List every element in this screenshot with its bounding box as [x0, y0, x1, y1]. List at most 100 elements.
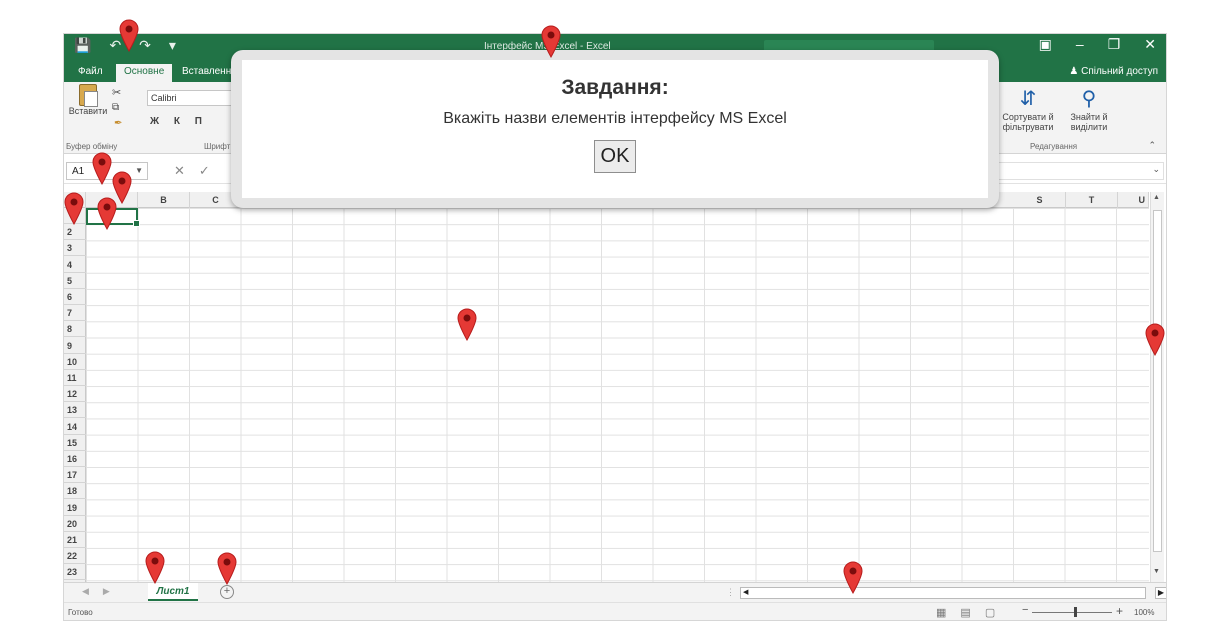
- customize-qat-icon[interactable]: ▾: [169, 37, 176, 54]
- sort-filter-button[interactable]: ⇵ Сортувати й фільтрувати: [1000, 86, 1056, 132]
- map-marker-icon[interactable]: [91, 151, 113, 185]
- paste-label: Вставити: [68, 106, 108, 116]
- map-marker-icon[interactable]: [1144, 322, 1166, 356]
- map-marker-icon[interactable]: [456, 307, 478, 341]
- row-header[interactable]: 8: [64, 321, 86, 338]
- status-bar: Готово ▦ ▤ ▢ + 100%: [64, 602, 1166, 620]
- map-marker-icon[interactable]: [63, 191, 85, 225]
- row-headers: 2 3 4 5 6 7 8 9 10 11 12 13 14 15 16 17 …: [64, 208, 86, 582]
- save-icon[interactable]: 💾: [74, 37, 91, 54]
- row-header[interactable]: 15: [64, 435, 86, 451]
- scroll-up-icon[interactable]: ▲: [1153, 194, 1160, 201]
- window-controls: ▣ – ❐ ✕: [1039, 36, 1156, 53]
- font-name-box[interactable]: Calibri: [147, 90, 233, 106]
- row-header[interactable]: 11: [64, 370, 86, 386]
- split-handle-icon[interactable]: ⋮: [726, 587, 735, 598]
- dialog-title: Завдання:: [561, 76, 669, 99]
- vertical-scrollbar[interactable]: ▲ ▼: [1150, 192, 1164, 582]
- redo-icon[interactable]: ↷: [139, 37, 151, 54]
- font-group-label: Шрифт: [204, 142, 231, 151]
- add-sheet-button[interactable]: +: [220, 585, 234, 599]
- column-header[interactable]: U: [1118, 192, 1149, 208]
- column-header[interactable]: S: [1014, 192, 1066, 208]
- copy-icon[interactable]: ⧉: [112, 102, 119, 113]
- map-marker-icon[interactable]: [144, 550, 166, 584]
- map-marker-icon[interactable]: [842, 560, 864, 594]
- row-header[interactable]: 18: [64, 483, 86, 500]
- cancel-icon[interactable]: ✕: [174, 163, 185, 179]
- name-box-value: A1: [72, 166, 85, 177]
- row-header[interactable]: 12: [64, 386, 86, 403]
- ribbon-display-icon[interactable]: ▣: [1039, 36, 1052, 53]
- search-icon: ⚲: [1081, 88, 1097, 110]
- scroll-down-icon[interactable]: ▼: [1153, 568, 1160, 575]
- row-header[interactable]: 22: [64, 548, 86, 565]
- close-icon[interactable]: ✕: [1144, 36, 1156, 53]
- formula-buttons: ✕ ✓: [174, 163, 210, 179]
- bold-italic-underline[interactable]: Ж К П: [150, 116, 208, 127]
- sheet-tabs-bar: ◀▶ Лист1 + ⋮ ◀ ▶: [64, 582, 1166, 602]
- row-header[interactable]: 3: [64, 240, 86, 257]
- page-layout-icon[interactable]: ▤: [960, 606, 970, 619]
- row-header[interactable]: 13: [64, 402, 86, 419]
- minimize-icon[interactable]: –: [1076, 36, 1084, 53]
- expand-formula-icon[interactable]: ⌄: [1152, 164, 1160, 175]
- clipboard-icon: [79, 84, 98, 107]
- chevron-down-icon[interactable]: ▼: [135, 166, 143, 175]
- find-select-button[interactable]: ⚲ Знайти й виділити: [1062, 86, 1116, 132]
- page-break-icon[interactable]: ▢: [985, 606, 995, 619]
- row-header[interactable]: 2: [64, 224, 86, 241]
- zoom-slider[interactable]: [1022, 604, 1112, 617]
- enter-icon[interactable]: ✓: [199, 163, 210, 179]
- clipboard-group-label: Буфер обміну: [66, 142, 118, 151]
- scroll-right-icon[interactable]: ▶: [1155, 587, 1166, 599]
- restore-icon[interactable]: ❐: [1108, 36, 1121, 53]
- column-header[interactable]: T: [1066, 192, 1118, 208]
- row-header[interactable]: 17: [64, 467, 86, 484]
- zoom-in-icon[interactable]: +: [1116, 604, 1123, 618]
- paste-button[interactable]: Вставити: [68, 84, 108, 116]
- map-marker-icon[interactable]: [540, 24, 562, 58]
- row-header[interactable]: 20: [64, 516, 86, 532]
- row-header[interactable]: 19: [64, 500, 86, 516]
- tab-home[interactable]: Основне: [116, 64, 173, 82]
- editing-group-label: Редагування: [1030, 142, 1078, 151]
- view-buttons: ▦ ▤ ▢: [936, 606, 995, 619]
- cell-grid[interactable]: [86, 208, 1149, 582]
- normal-view-icon[interactable]: ▦: [936, 606, 946, 619]
- status-ready: Готово: [68, 608, 93, 617]
- vertical-scroll-thumb[interactable]: [1153, 210, 1162, 552]
- cut-icon[interactable]: ✂: [112, 86, 121, 99]
- column-header[interactable]: B: [138, 192, 190, 208]
- find-label: Знайти й виділити: [1070, 112, 1108, 132]
- row-header[interactable]: 9: [64, 338, 86, 354]
- map-marker-icon[interactable]: [216, 551, 238, 585]
- map-marker-icon[interactable]: [96, 196, 118, 230]
- sort-icon: ⇵: [1019, 88, 1037, 110]
- map-marker-icon[interactable]: [118, 18, 140, 52]
- tab-file[interactable]: Файл: [70, 64, 111, 82]
- row-header[interactable]: 21: [64, 532, 86, 548]
- share-button[interactable]: ♟ Спільний доступ: [1069, 66, 1158, 77]
- row-header[interactable]: 5: [64, 273, 86, 289]
- row-header[interactable]: 7: [64, 305, 86, 322]
- dialog-message: Вкажіть назви елементів інтерфейсу MS Ex…: [443, 110, 787, 127]
- collapse-ribbon-icon[interactable]: ⌃: [1148, 140, 1156, 151]
- sheet-nav-icons[interactable]: ◀▶: [82, 586, 124, 597]
- format-painter-icon[interactable]: ✒: [114, 118, 122, 129]
- sheet-tab[interactable]: Лист1: [148, 583, 198, 601]
- dialog-content: Завдання: Вкажіть назви елементів інтерф…: [242, 60, 988, 198]
- ok-button[interactable]: OK: [593, 140, 637, 173]
- share-label: Спільний доступ: [1081, 66, 1158, 77]
- scroll-left-icon[interactable]: ◀: [743, 588, 748, 596]
- task-dialog: Завдання: Вкажіть назви елементів інтерф…: [231, 50, 999, 208]
- row-header[interactable]: 16: [64, 451, 86, 467]
- row-header[interactable]: 4: [64, 257, 86, 273]
- sort-label: Сортувати й фільтрувати: [1002, 112, 1054, 132]
- row-header[interactable]: 23: [64, 564, 86, 581]
- row-header[interactable]: 14: [64, 419, 86, 435]
- row-header[interactable]: 10: [64, 354, 86, 370]
- zoom-level[interactable]: 100%: [1134, 608, 1154, 617]
- row-header[interactable]: 6: [64, 289, 86, 305]
- horizontal-scrollbar[interactable]: ◀ ▶: [740, 587, 1166, 599]
